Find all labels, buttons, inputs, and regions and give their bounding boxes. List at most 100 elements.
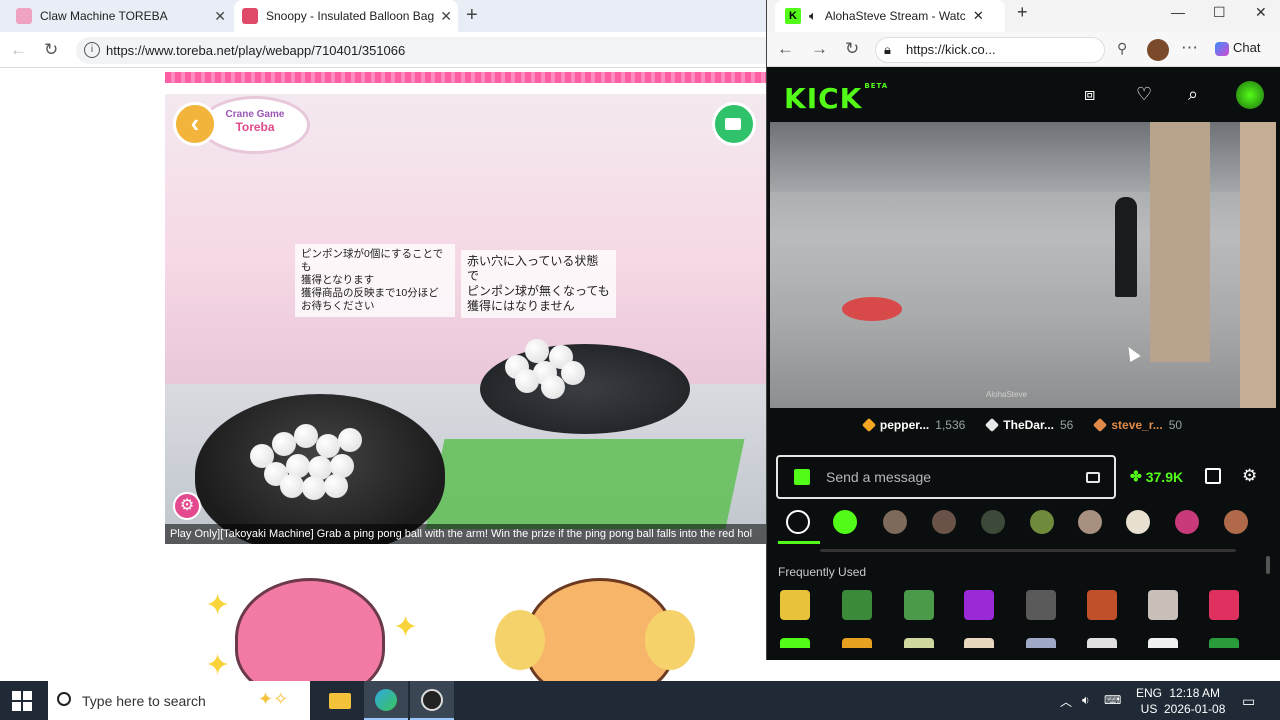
kick-logo[interactable]: KICK BETA — [784, 82, 888, 115]
leader-item[interactable]: pepper... 1,536 — [861, 417, 965, 433]
system-clock[interactable]: 12:18 AM 2026-01-08 — [1164, 685, 1225, 717]
pompom-left — [495, 610, 545, 670]
emote[interactable] — [904, 638, 934, 648]
emote-tab-avatar[interactable] — [932, 510, 956, 534]
stream-video[interactable]: AlohaSteve — [770, 122, 1276, 408]
windows-start-icon[interactable] — [12, 691, 32, 711]
windows-taskbar: Type here to search ✦✧ ︿ 🔉︎ ⌨ ENG US 12:… — [0, 681, 1280, 720]
region-code: US — [1140, 702, 1158, 716]
site-info-icon[interactable]: i — [84, 42, 100, 58]
search-icon[interactable]: ⌕ — [1188, 84, 1198, 105]
emote[interactable] — [842, 638, 872, 648]
leader-count: 50 — [1168, 418, 1183, 432]
badge-icon — [985, 417, 1000, 433]
emote-tab-avatar[interactable] — [1175, 510, 1199, 534]
taskbar-search[interactable]: Type here to search ✦✧ — [48, 681, 310, 720]
volume-icon[interactable]: 🔉︎ — [1082, 693, 1090, 708]
emote-tab-avatar[interactable] — [1078, 510, 1102, 534]
emote[interactable] — [780, 590, 810, 620]
user-avatar[interactable] — [1236, 81, 1264, 109]
emote[interactable] — [1209, 590, 1239, 620]
speaker-icon[interactable]: 🔈︎ — [809, 8, 817, 24]
leader-item[interactable]: steve_r... 50 — [1093, 417, 1183, 433]
copilot-chat-button[interactable]: Chat — [1215, 40, 1260, 56]
emote[interactable] — [964, 590, 994, 620]
emote[interactable] — [1026, 590, 1056, 620]
chat-message-input[interactable]: Send a message — [776, 455, 1116, 499]
reload-icon[interactable]: ↻ — [845, 39, 859, 59]
clock-time: 12:18 AM — [1169, 686, 1221, 700]
input-language[interactable]: ENG US — [1136, 685, 1162, 717]
lock-icon[interactable]: 🔒︎ — [884, 38, 891, 62]
close-tab-icon[interactable]: ✕ — [214, 8, 226, 25]
profile-avatar[interactable] — [1147, 39, 1169, 61]
leader-item[interactable]: TheDar... 56 — [985, 417, 1073, 433]
emote-tabs — [776, 506, 1266, 542]
search-icon — [57, 692, 71, 706]
close-window-icon[interactable]: ✕ — [1255, 4, 1267, 21]
recent-emotes-icon[interactable] — [786, 510, 810, 534]
close-tab-icon[interactable]: ✕ — [973, 8, 984, 24]
emote-tab-avatar[interactable] — [883, 510, 907, 534]
emote-panel-scrollbar[interactable] — [1266, 556, 1270, 574]
more-menu-icon[interactable]: ⋯ — [1181, 38, 1198, 58]
extensions-icon[interactable]: ⚲ — [1117, 40, 1127, 57]
new-tab-icon[interactable]: + — [466, 4, 478, 27]
new-tab-icon[interactable]: + — [1017, 2, 1028, 23]
emote-tab-avatar[interactable] — [1126, 510, 1150, 534]
star-icon: ✦ — [205, 589, 231, 622]
toreba-favicon-icon — [242, 8, 258, 24]
edge-browser-icon[interactable] — [364, 681, 408, 720]
obs-icon[interactable] — [410, 681, 454, 720]
emote[interactable] — [904, 590, 934, 620]
minimize-icon[interactable]: — — [1171, 4, 1185, 20]
chat-settings-icon[interactable]: ⚙ — [1242, 466, 1257, 486]
tab-kick-stream[interactable]: K 🔈︎ AlohaSteve Stream - Watch L ✕ — [775, 0, 1005, 32]
url-field[interactable]: i https://www.toreba.net/play/webapp/710… — [76, 37, 776, 64]
emote[interactable] — [842, 590, 872, 620]
emote-tab-avatar[interactable] — [1224, 510, 1248, 534]
leader-name: TheDar... — [1003, 418, 1054, 432]
back-icon[interactable]: ← — [10, 40, 27, 60]
emote-tab-avatar[interactable] — [1030, 510, 1054, 534]
ping-pong-balls — [250, 424, 370, 500]
kicks-amount: 37.9K — [1145, 468, 1184, 485]
emote[interactable] — [964, 638, 994, 648]
url-text: https://www.toreba.net/play/webapp/71040… — [106, 43, 406, 58]
emote[interactable] — [1087, 638, 1117, 648]
heart-icon[interactable]: ♡ — [1136, 84, 1152, 105]
emote[interactable] — [1148, 590, 1178, 620]
tab-claw-machine[interactable]: Claw Machine TOREBA ✕ — [8, 0, 232, 32]
emote-keyboard-icon[interactable] — [1086, 472, 1100, 483]
kicks-balance[interactable]: ✤ 37.9K — [1130, 468, 1183, 485]
emote-tab-avatar[interactable] — [981, 510, 1005, 534]
lang-code: ENG — [1136, 686, 1163, 700]
file-explorer-icon[interactable] — [318, 681, 362, 720]
keyboard-icon[interactable]: ⌨ — [1104, 693, 1121, 707]
sign-left: ピンポン球が0個にすることでも 獲得となります 獲得商品の反映まで10分ほど お… — [295, 244, 455, 317]
settings-gear-button[interactable]: ⚙ — [173, 492, 201, 520]
emote[interactable] — [1209, 638, 1239, 648]
url-field[interactable]: 🔒︎ https://kick.co... — [875, 37, 1105, 63]
forward-icon[interactable]: → — [811, 39, 828, 59]
close-tab-icon[interactable]: ✕ — [440, 8, 452, 25]
tab-snoopy[interactable]: Snoopy - Insulated Balloon Bag S ✕ — [234, 0, 458, 32]
emote[interactable] — [780, 638, 810, 648]
reload-icon[interactable]: ↻ — [44, 40, 58, 60]
emote[interactable] — [1026, 638, 1056, 648]
emote-tabs-scroll[interactable] — [820, 549, 1236, 552]
browse-icon[interactable]: ⧈ — [1084, 84, 1095, 105]
chat-label: Chat — [1233, 40, 1261, 55]
emote[interactable] — [1148, 638, 1178, 648]
store-icon[interactable] — [1205, 468, 1221, 484]
gift-icon[interactable] — [794, 469, 810, 485]
emote[interactable] — [1087, 590, 1117, 620]
back-button[interactable]: ‹ — [173, 102, 217, 146]
notifications-icon[interactable]: ▭ — [1242, 693, 1255, 710]
video-column — [1150, 122, 1210, 362]
kick-emotes-icon[interactable] — [833, 510, 857, 534]
back-icon[interactable]: ← — [777, 39, 794, 59]
tray-overflow-icon[interactable]: ︿ — [1060, 693, 1072, 710]
maximize-icon[interactable]: ☐ — [1213, 4, 1226, 21]
camera-switch-button[interactable] — [712, 102, 756, 146]
